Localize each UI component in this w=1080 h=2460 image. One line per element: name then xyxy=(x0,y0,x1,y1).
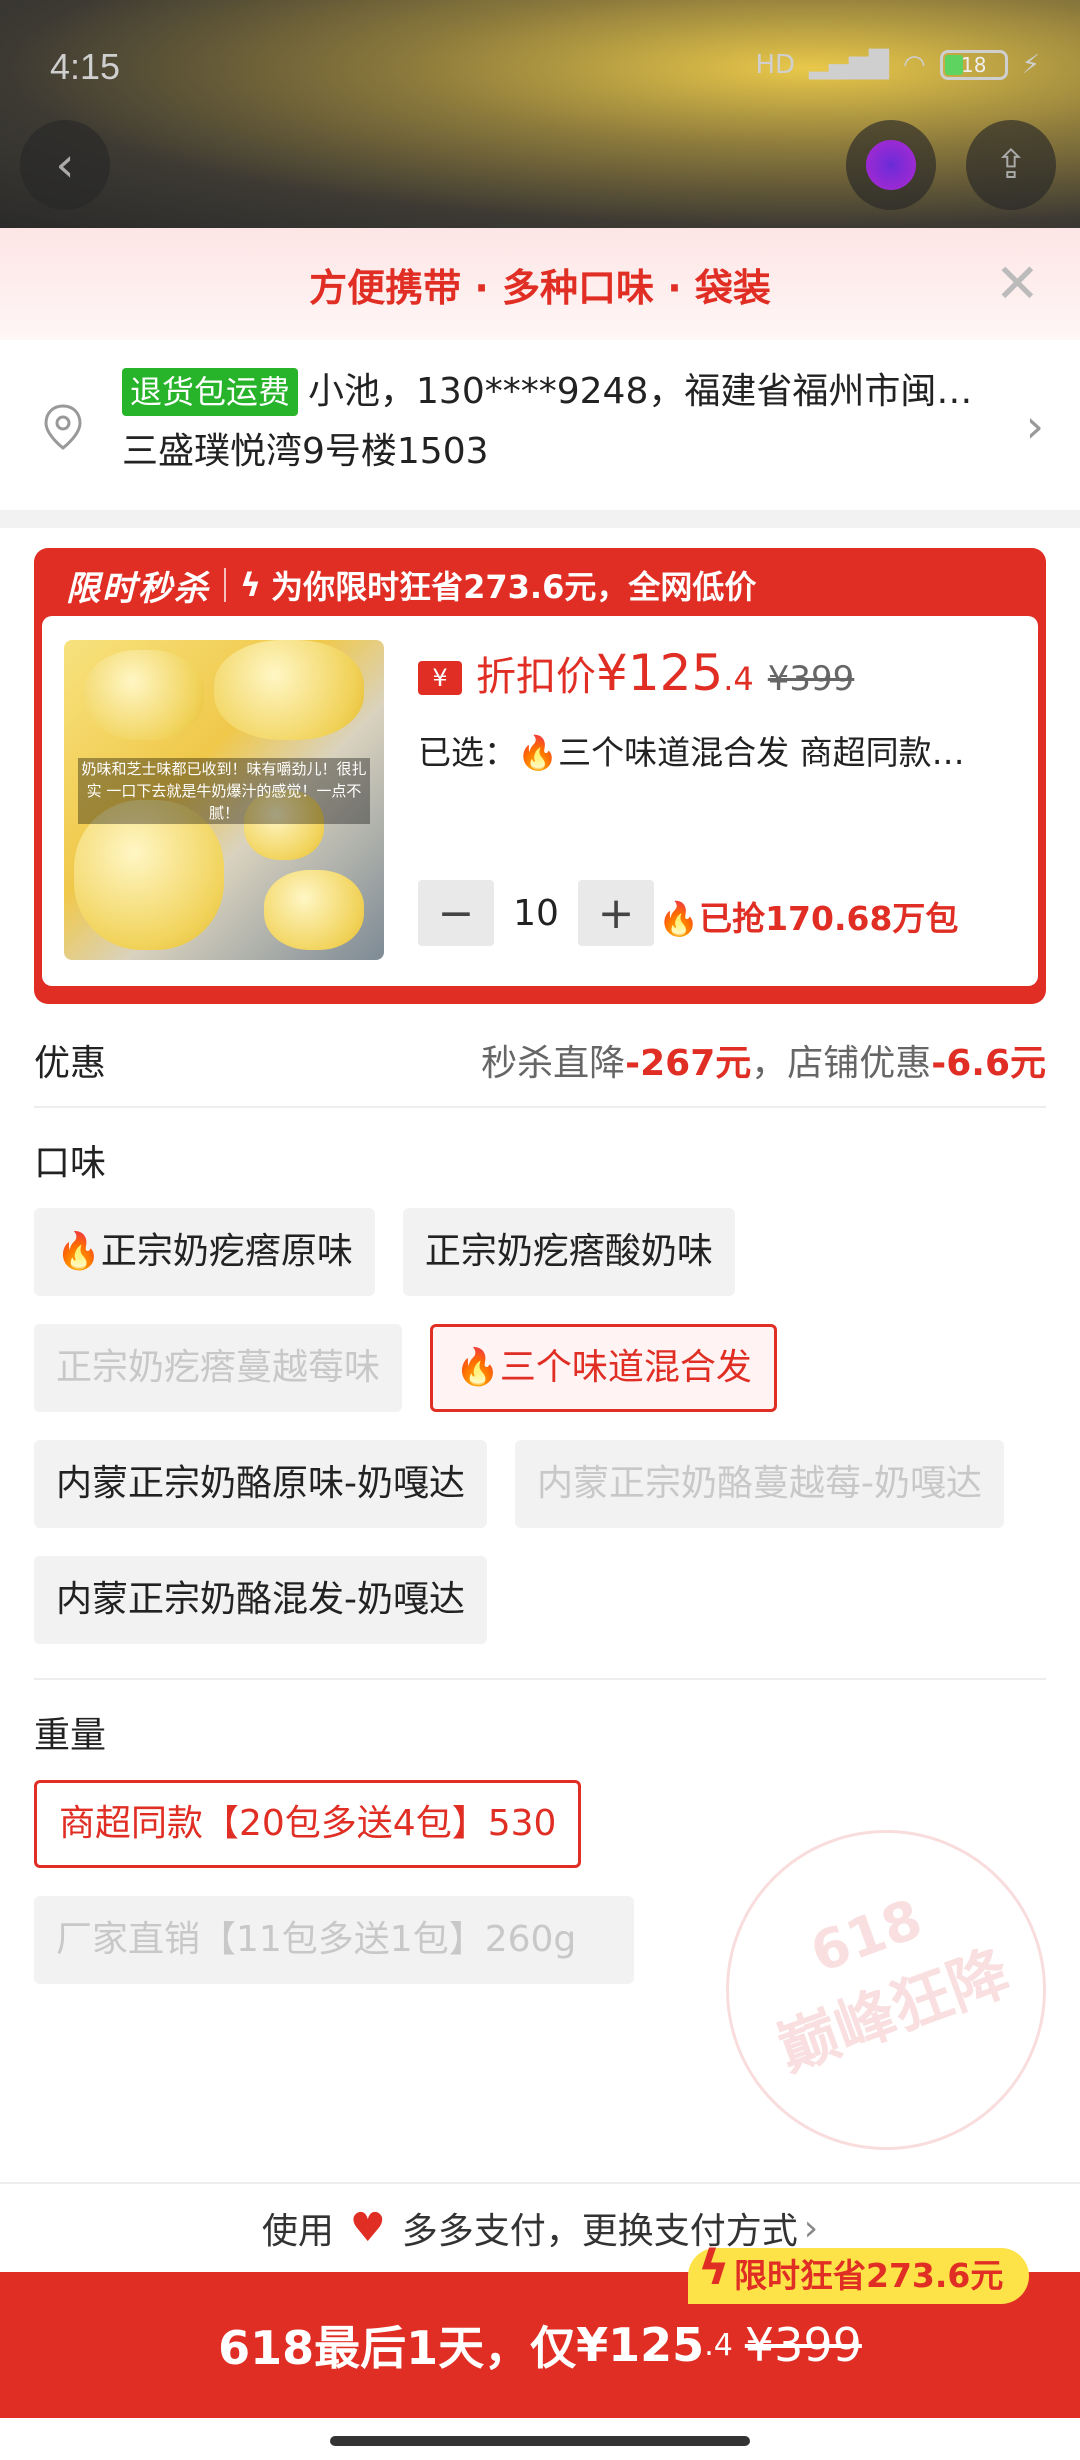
home-indicator[interactable] xyxy=(330,2436,750,2446)
flash-sale-card: 限时秒杀 ϟ 为你限时狂省273.6元，全网低价 奶味和芝士味都已收到！味有嚼劲… xyxy=(34,548,1046,1004)
heart-shield-icon: ♥ xyxy=(349,2205,386,2251)
address-line1: 退货包运费 小池，130****9248，福建省福州市闽… xyxy=(122,362,1000,422)
quantity-value[interactable]: 10 xyxy=(494,893,578,934)
close-icon[interactable]: ✕ xyxy=(995,252,1040,315)
address-line2: 三盛璞悦湾9号楼1503 xyxy=(122,431,489,472)
price-label: 折扣价 xyxy=(476,654,596,700)
app-logo-icon xyxy=(866,140,916,190)
address-contact: 小池，130****9248，福建省福州市闽… xyxy=(308,371,973,412)
weight-option-disabled: 厂家直销【11包多送1包】260g xyxy=(34,1896,634,1984)
flavor-option-selected[interactable]: 🔥三个味道混合发 xyxy=(430,1324,777,1412)
flame-icon: 🔥 xyxy=(517,733,559,772)
status-time: 4:15 xyxy=(50,46,121,87)
price-decimal: .4 xyxy=(723,660,754,698)
payment-prefix: 使用 xyxy=(261,2211,334,2252)
buy-price-integer: 125 xyxy=(608,2318,705,2372)
selected-value: 三个味道混合发 商超同款… xyxy=(558,733,965,772)
limit-savings-text: 限时狂省273.6元 xyxy=(734,2256,1004,2295)
plus-icon: + xyxy=(597,887,635,939)
flavor-title: 口味 xyxy=(34,1143,107,1184)
wifi-icon: ◠ xyxy=(903,50,926,80)
buy-price-decimal: .4 xyxy=(704,2327,733,2363)
back-button[interactable]: ‹ xyxy=(20,120,110,210)
original-price: ¥399 xyxy=(767,659,855,699)
flavor-options: 🔥正宗奶疙瘩原味 正宗奶疙瘩酸奶味 正宗奶疙瘩蔓越莓味 🔥三个味道混合发 内蒙正… xyxy=(34,1208,1046,1644)
payment-method-text: 多多支付，更换支付方式 xyxy=(401,2211,798,2252)
location-pin-icon xyxy=(44,404,82,450)
discount-detail: 秒杀直降-267元，店铺优惠-6.6元 xyxy=(481,1043,1046,1084)
section-divider xyxy=(34,1678,1046,1680)
decrease-quantity-button[interactable]: − xyxy=(418,880,494,946)
promo-header: 方便携带 · 多种口味 · 袋装 ✕ xyxy=(0,228,1080,340)
buy-currency: ¥ xyxy=(576,2318,609,2372)
selected-label: 已选： xyxy=(418,733,517,772)
flavor-option-disabled: 内蒙正宗奶酪蔓越莓-奶嘎达 xyxy=(515,1440,1004,1528)
share-button[interactable]: ⇪ xyxy=(966,120,1056,210)
flash-sale-tag: 限时秒杀 xyxy=(66,568,210,609)
selected-sku: 已选：🔥三个味道混合发 商超同款… xyxy=(418,726,1008,774)
flavor-option[interactable]: 🔥正宗奶疙瘩原味 xyxy=(34,1208,375,1296)
back-arrow-icon: ‹ xyxy=(55,137,75,193)
chevron-right-icon: › xyxy=(803,2207,819,2249)
flash-sale-separator xyxy=(224,568,226,602)
weight-title: 重量 xyxy=(34,1715,107,1756)
status-bar: 4:15 HD ▂▄▆█ ◠ 18 ⚡ xyxy=(0,40,1080,100)
free-return-badge: 退货包运费 xyxy=(122,368,299,416)
quantity-stepper: − 10 + xyxy=(418,880,654,946)
discount-row: 优惠 秒杀直降-267元，店铺优惠-6.6元 xyxy=(34,1004,1046,1108)
buy-original-price: ¥399 xyxy=(744,2318,862,2372)
weight-option-selected[interactable]: 商超同款【20包多送4包】530 xyxy=(34,1780,582,1868)
flame-icon: 🔥 xyxy=(56,1231,101,1272)
sold-count: 🔥已抢170.68万包 xyxy=(658,899,959,938)
flavor-option-disabled: 正宗奶疙瘩蔓越莓味 xyxy=(34,1324,403,1412)
lightning-icon: ϟ xyxy=(698,2240,730,2296)
flame-icon: 🔥 xyxy=(455,1347,500,1388)
coupon-ticket-icon: ¥ xyxy=(418,661,462,695)
signal-icon: HD xyxy=(755,50,796,80)
flavor-option[interactable]: 内蒙正宗奶酪混发-奶嘎达 xyxy=(34,1556,487,1644)
flame-icon: 🔥 xyxy=(658,899,700,938)
flash-sale-header: 限时秒杀 ϟ 为你限时狂省273.6元，全网低价 xyxy=(42,554,1038,616)
buy-prefix: 618最后1天，仅 xyxy=(218,2321,577,2375)
price-currency: ¥ xyxy=(596,644,628,702)
battery-icon: 18 xyxy=(939,50,1008,80)
floating-app-button[interactable] xyxy=(846,120,936,210)
cellular-bars-icon: ▂▄▆█ xyxy=(809,50,890,80)
price-line: ¥ 折扣价 ¥ 125 .4 ¥399 xyxy=(418,644,854,702)
chevron-right-icon: › xyxy=(1025,399,1044,453)
product-image-caption: 奶味和芝士味都已收到！味有嚼劲儿！很扎实 一口下去就是牛奶爆汁的感觉！一点不腻！ xyxy=(78,758,370,824)
price-integer: 125 xyxy=(627,644,724,702)
flash-sale-body: 奶味和芝士味都已收到！味有嚼劲儿！很扎实 一口下去就是牛奶爆汁的感觉！一点不腻！… xyxy=(42,616,1038,986)
status-icons: HD ▂▄▆█ ◠ 18 ⚡ xyxy=(755,50,1040,80)
minus-icon: − xyxy=(437,887,475,939)
lightning-icon: ϟ xyxy=(240,566,262,604)
increase-quantity-button[interactable]: + xyxy=(578,880,654,946)
product-thumbnail[interactable]: 奶味和芝士味都已收到！味有嚼劲儿！很扎实 一口下去就是牛奶爆汁的感觉！一点不腻！ xyxy=(64,640,384,960)
flavor-option[interactable]: 内蒙正宗奶酪原味-奶嘎达 xyxy=(34,1440,487,1528)
charging-icon: ⚡ xyxy=(1021,50,1040,80)
limit-savings-badge: ϟ 限时狂省273.6元 xyxy=(688,2240,1030,2304)
discount-label: 优惠 xyxy=(34,1043,107,1084)
address-row[interactable]: 退货包运费 小池，130****9248，福建省福州市闽… 三盛璞悦湾9号楼150… xyxy=(0,340,1080,510)
section-divider xyxy=(0,510,1080,528)
flavor-option[interactable]: 正宗奶疙瘩酸奶味 xyxy=(402,1208,735,1296)
share-icon: ⇪ xyxy=(994,142,1028,188)
flash-sale-headline: 为你限时狂省273.6元，全网低价 xyxy=(271,568,757,606)
promo-header-text: 方便携带 · 多种口味 · 袋装 xyxy=(309,265,771,310)
